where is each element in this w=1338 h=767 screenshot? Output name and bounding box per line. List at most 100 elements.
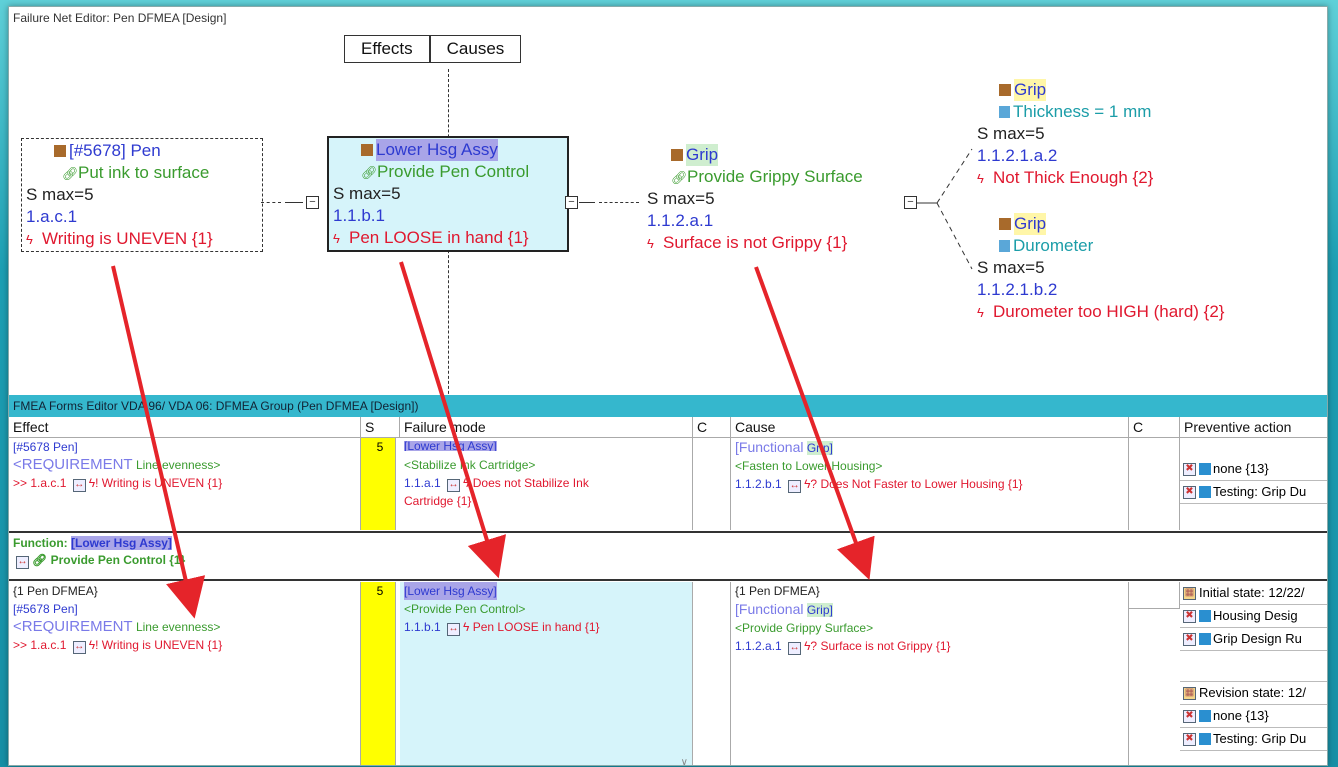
row1-pa-1: none {13} [1213,461,1269,476]
connector-line [285,202,303,203]
delete-icon[interactable]: ✖ [1183,462,1196,476]
delete-icon[interactable]: ✖ [1183,709,1196,723]
action-icon [1199,610,1211,622]
column-header-c2[interactable]: C [1129,417,1180,438]
column-header-c1[interactable]: C [693,417,731,438]
cause-node-function: Provide Grippy Surface [687,167,863,186]
sub-cause-1-label: Grip [1014,79,1047,101]
lightning-icon: ϟ [647,235,654,251]
row2-pa-initial-state: Initial state: 12/22/ [1199,585,1305,600]
collapse-toggle[interactable]: − [565,196,578,209]
sub-cause-2-id: 1.1.2.1.b.2 [977,280,1058,299]
cause-node-label: Grip [686,144,719,166]
failure-net-canvas[interactable]: Effects Causes [#5678] Pen 🔗︎ Put ink to … [9,29,1327,409]
app-window: Failure Net Editor: Pen DFMEA [Design] E… [8,6,1328,766]
column-header-cause[interactable]: Cause [731,417,1129,438]
row1-cause-function: <Fasten to Lower Housing> [735,459,883,473]
lightning-icon: ϟ [333,230,340,246]
delete-icon[interactable]: ✖ [1183,609,1196,623]
row1-fm-failure-cont: Cartridge {1} [404,494,472,508]
row2-effect-group: {1 Pen DFMEA} [13,584,98,598]
cause-node[interactable]: Grip 🔗︎ Provide Grippy Surface S max=5 1.… [647,144,863,254]
row1-effect-failure: Writing is UNEVEN {1} [101,476,223,490]
row1-c1-cell[interactable] [693,438,731,530]
effect-node-function: Put ink to surface [78,163,210,182]
row2-fm-function: <Provide Pen Control> [404,602,526,616]
link-icon: ↔ [447,479,461,492]
function-component: [Lower Hsg Assy] [71,536,172,550]
component-icon [671,149,683,161]
chevron-down-icon[interactable]: ∨ [681,754,688,765]
column-header-severity[interactable]: S [361,417,400,438]
column-header-preventive[interactable]: Preventive action [1180,417,1327,438]
lightning-icon: ϟ [463,620,470,634]
row2-fm-id: 1.1.b.1 [404,620,441,634]
state-icon: ▦ [1183,586,1196,600]
lightning-icon: ϟ [977,170,984,186]
connector-line [599,202,639,203]
row1-effect-id: >> 1.a.c.1 [13,476,67,490]
row2-cause-component: Grip] [806,603,833,617]
link-icon: ↔ [788,480,802,493]
tab-effects[interactable]: Effects [344,35,430,63]
lightning-icon: ϟ! [88,476,99,490]
sub-cause-node-2[interactable]: Grip Durometer S max=5 1.1.2.1.b.2 ϟ Duro… [977,213,1224,323]
lightning-icon: ϟ [463,476,470,490]
row1-requirement: <REQUIREMENT [13,456,133,473]
delete-icon[interactable]: ✖ [1183,485,1196,499]
function-name: Provide Pen Control {1} [50,553,186,567]
branch-lines [917,148,973,270]
row2-severity-cell[interactable]: 5 [361,582,396,765]
row-separator [9,531,1327,533]
row2-requirement: <REQUIREMENT [13,618,133,635]
row2-pa-1: Housing Desig [1213,608,1298,623]
row2-c2-cell[interactable] [1129,582,1180,609]
row2-preventive-cell[interactable]: ▦ Initial state: 12/22/ ✖ Housing Desig ✖ G… [1180,582,1327,765]
column-header-failure-mode[interactable]: Failure mode [400,417,693,438]
row1-effect-cell[interactable]: [#5678 Pen] <REQUIREMENT Line evenness> … [9,438,361,530]
function-group-row[interactable]: Function: [Lower Hsg Assy] ↔ 🔗︎ Provide P… [13,535,185,569]
tab-causes[interactable]: Causes [429,35,522,63]
function-link-icon: 🔗︎ [361,164,378,180]
focus-node-smax: S max=5 [333,184,401,203]
sub-cause-2-char: Durometer [1013,236,1094,255]
row1-severity-cell[interactable]: 5 [361,438,396,530]
effect-node[interactable]: [#5678] Pen 🔗︎ Put ink to surface S max=5… [21,138,263,252]
lightning-icon: ϟ [26,231,33,247]
row2-cause-cell[interactable]: {1 Pen DFMEA} [Functional Grip] <Provide… [731,582,1129,765]
effect-node-id: 1.a.c.1 [26,207,78,226]
focus-node[interactable]: Lower Hsg Assy 🔗︎ Provide Pen Control S m… [327,136,569,252]
row2-pa-2: Grip Design Ru [1213,631,1302,646]
delete-icon[interactable]: ✖ [1183,732,1196,746]
row1-preventive-cell[interactable]: ✖ none {13} ✖ Testing: Grip Du [1180,438,1327,530]
row2-effect-cell[interactable]: {1 Pen DFMEA} [#5678 Pen] <REQUIREMENT L… [9,582,361,765]
row2-fm-failure: Pen LOOSE in hand {1} [472,620,600,634]
focus-node-function: Provide Pen Control [377,162,530,181]
action-icon [1199,486,1211,498]
sub-cause-2-smax: S max=5 [977,258,1045,277]
collapse-toggle[interactable]: − [306,196,319,209]
delete-icon[interactable]: ✖ [1183,632,1196,646]
row1-c2-cell[interactable] [1129,438,1180,530]
row2-requirement-name: Line evenness> [135,620,221,634]
row2-pa-3: none {13} [1213,708,1269,723]
link-icon: ↔ [788,642,802,655]
row2-c1-cell[interactable] [693,582,731,765]
sub-cause-node-1[interactable]: Grip Thickness = 1 mm S max=5 1.1.2.1.a.… [977,79,1153,189]
row2-cause-id: 1.1.2.a.1 [735,639,782,653]
column-header-effect[interactable]: Effect [9,417,361,438]
collapse-toggle[interactable]: − [904,196,917,209]
row2-failure-mode-cell[interactable]: [Lower Hsg Assy] <Provide Pen Control> 1… [400,582,693,765]
function-link-icon: 🔗︎ [671,169,688,185]
action-icon [1199,633,1211,645]
row1-failure-mode-cell[interactable]: [Lower Hsg Assy] <Stabilize Ink Cartridg… [400,438,693,530]
lightning-icon: ϟ? [804,639,818,653]
forms-editor-header: FMEA Forms Editor VDA 96/ VDA 06: DFMEA … [9,395,1327,417]
fmea-form-grid[interactable]: Effect S Failure mode C Cause C Preventi… [9,417,1327,765]
sub-cause-1-smax: S max=5 [977,124,1045,143]
row1-cause-type: [Functional [735,439,804,455]
row1-cause-cell[interactable]: [Functional Grip] <Fasten to Lower Housi… [731,438,1129,530]
component-icon [54,145,66,157]
effect-node-label: [#5678] Pen [69,141,161,160]
sub-cause-2-failure: Durometer too HIGH (hard) {2} [993,302,1225,321]
